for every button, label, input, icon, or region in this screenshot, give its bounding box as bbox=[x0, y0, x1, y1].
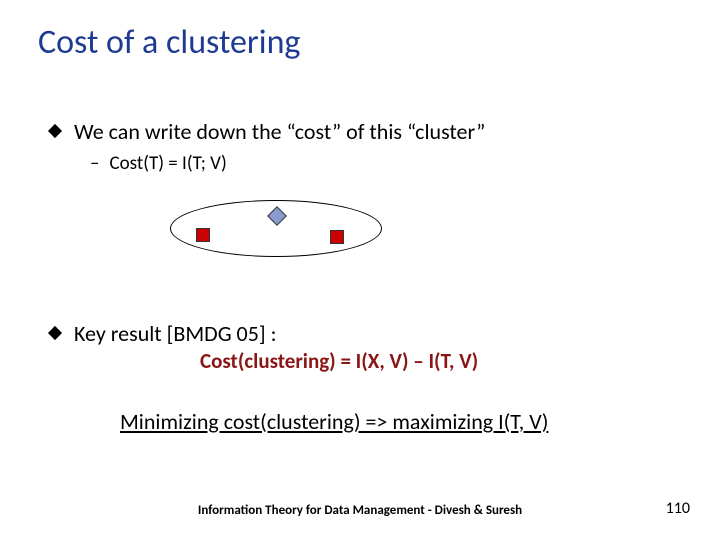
red-square-2 bbox=[330, 230, 344, 244]
bullet-icon bbox=[48, 326, 62, 340]
page-number: 110 bbox=[666, 499, 690, 518]
bullet-icon bbox=[48, 124, 62, 138]
subbullet-cost-formula: –Cost(T) = I(T; V) bbox=[90, 152, 227, 175]
bullet-text: We can write down the “cost” of this “cl… bbox=[74, 118, 485, 145]
cluster-figure bbox=[170, 200, 380, 255]
dash-icon: – bbox=[90, 152, 99, 175]
bullet-key-result: Key result [BMDG 05] : bbox=[50, 320, 276, 347]
bullet-text: Key result [BMDG 05] : bbox=[74, 320, 276, 347]
footer-text: Information Theory for Data Management -… bbox=[0, 503, 720, 518]
minimizing-statement: Minimizing cost(clustering) => maximizin… bbox=[120, 408, 548, 435]
bullet-cost-definition: We can write down the “cost” of this “cl… bbox=[50, 118, 485, 145]
red-square-1 bbox=[196, 228, 210, 242]
formula-cost-clustering: Cost(clustering) = I(X, V) – I(T, V) bbox=[200, 348, 478, 374]
slide: Cost of a clustering We can write down t… bbox=[0, 0, 720, 540]
slide-title: Cost of a clustering bbox=[38, 22, 300, 63]
subbullet-text: Cost(T) = I(T; V) bbox=[109, 152, 226, 175]
